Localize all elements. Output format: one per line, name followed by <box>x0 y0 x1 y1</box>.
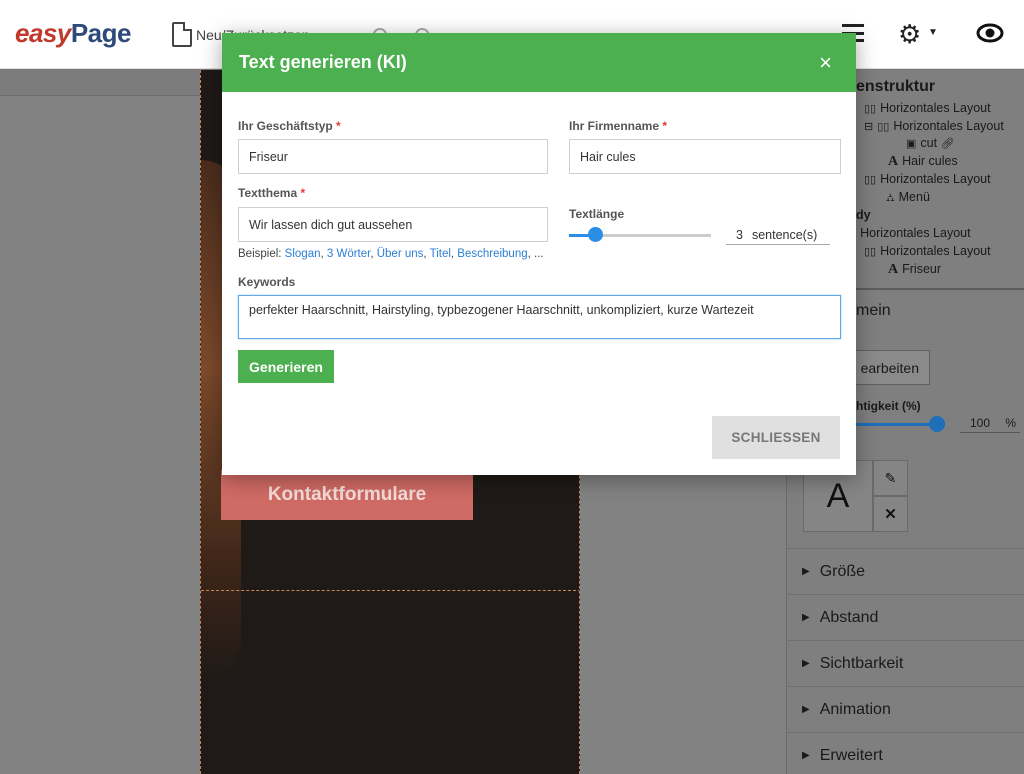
sitemap-icon: ⛼ <box>886 192 895 204</box>
opacity-label: htigkeit (%) <box>856 399 921 413</box>
company-name-input[interactable]: Hair cules <box>569 139 841 174</box>
chevron-down-icon[interactable]: ▼ <box>928 27 938 38</box>
close-icon[interactable]: × <box>819 51 832 74</box>
pencil-icon[interactable]: ✎ <box>873 460 908 496</box>
tree-item[interactable]: ▯▯Horizontales Layout <box>864 244 991 258</box>
chevron-right-icon: ▶ <box>802 704 810 715</box>
business-type-label: Ihr Geschäftstyp * <box>238 119 341 133</box>
image-icon: ▣ <box>906 138 917 150</box>
text-length-value-field[interactable]: 3 sentence(s) <box>726 225 830 245</box>
close-button[interactable]: SCHLIESSEN <box>712 416 840 459</box>
easypage-logo: easyPage <box>15 18 132 48</box>
topic-examples: Beispiel: Slogan, 3 Wörter, Über uns, Ti… <box>238 248 544 260</box>
business-type-input[interactable]: Friseur <box>238 139 548 174</box>
tree-item[interactable]: ▯▯Horizontales Layout <box>844 226 971 240</box>
contact-form-button[interactable]: Kontaktformulare <box>221 470 473 520</box>
tree-item[interactable]: ▯▯Horizontales Layout <box>864 172 991 186</box>
opacity-value-field[interactable]: 100 % <box>960 416 1020 433</box>
keywords-label: Keywords <box>238 275 296 289</box>
modal-title: Text generieren (KI) <box>239 52 407 72</box>
accordion-size[interactable]: ▶ Größe <box>786 548 1024 594</box>
accordion-spacing[interactable]: ▶ Abstand <box>786 594 1024 640</box>
modal-header: Text generieren (KI) × <box>222 33 856 92</box>
company-name-label: Ihr Firmenname * <box>569 119 668 133</box>
structure-panel-title: enstruktur <box>856 78 936 95</box>
tree-item[interactable]: A Hair cules <box>888 154 958 170</box>
example-link[interactable]: Slogan <box>285 248 321 260</box>
example-link[interactable]: Über uns <box>377 248 424 260</box>
layout-icon: ▯▯ <box>877 121 890 133</box>
text-length-slider-thumb[interactable] <box>587 227 603 242</box>
chevron-right-icon: ▶ <box>802 750 810 761</box>
tree-item[interactable]: A Friseur <box>888 262 941 278</box>
text-icon: A <box>888 262 899 277</box>
chevron-right-icon: ▶ <box>802 658 810 669</box>
collapse-icon[interactable]: ⊟ <box>864 120 873 133</box>
document-icon <box>172 22 192 47</box>
chevron-right-icon: ▶ <box>802 566 810 577</box>
layout-icon: ▯▯ <box>864 246 877 258</box>
text-topic-input[interactable]: Wir lassen dich gut aussehen <box>238 207 548 242</box>
tree-item[interactable]: ⊟ ▯▯ Horizontales Layout <box>864 119 1004 133</box>
accordion-advanced[interactable]: ▶ Erweitert <box>786 732 1024 774</box>
gear-icon[interactable]: ⚙ <box>898 19 921 50</box>
text-topic-label: Textthema * <box>238 186 306 200</box>
example-link[interactable]: Titel <box>430 248 451 260</box>
layout-icon: ▯▯ <box>864 174 877 186</box>
eye-icon[interactable] <box>976 22 1004 44</box>
text-length-label: Textlänge <box>569 207 625 221</box>
generate-text-modal: Text generieren (KI) × Ihr Geschäftstyp … <box>222 33 856 475</box>
general-section-title: mein <box>856 302 891 319</box>
text-icon: A <box>888 154 899 169</box>
example-link[interactable]: Beschreibung <box>457 248 527 260</box>
link-icon: 🔗︎ <box>940 138 955 150</box>
remove-icon[interactable]: ✕ <box>873 496 908 532</box>
generate-button[interactable]: Generieren <box>238 350 334 383</box>
accordion-visibility[interactable]: ▶ Sichtbarkeit <box>786 640 1024 686</box>
tree-item[interactable]: ⛼ Menü <box>886 190 930 206</box>
accordion-animation[interactable]: ▶ Animation <box>786 686 1024 732</box>
tree-item[interactable]: ▯▯Horizontales Layout <box>864 101 991 115</box>
keywords-input[interactable]: perfekter Haarschnitt, Hairstyling, typb… <box>238 295 841 339</box>
layout-icon: ▯▯ <box>864 103 877 115</box>
tree-item[interactable]: ▣ cut 🔗︎ <box>906 136 959 150</box>
chevron-right-icon: ▶ <box>802 612 810 623</box>
example-link[interactable]: 3 Wörter <box>327 248 370 260</box>
opacity-slider-thumb[interactable] <box>929 416 945 432</box>
tree-item[interactable]: dy <box>856 208 871 222</box>
section-divider <box>201 590 579 591</box>
